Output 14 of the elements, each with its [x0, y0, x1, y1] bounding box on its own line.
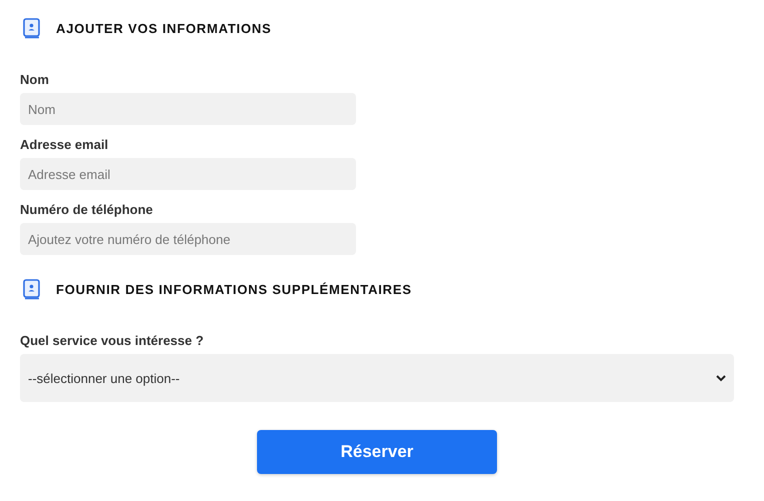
contact-book-icon	[23, 18, 40, 38]
field-label: Nom	[20, 72, 50, 87]
section-title: AJOUTER VOS INFORMATIONS	[56, 20, 272, 36]
select-dropdown[interactable]: --sélectionner une option--	[20, 354, 734, 402]
input-field[interactable]: Nom	[20, 93, 356, 125]
submit-button[interactable]: Réserver	[257, 430, 497, 474]
contact-book-icon	[23, 278, 40, 300]
field-label: Numéro de téléphone	[20, 202, 154, 217]
input-field[interactable]: Adresse email	[20, 158, 356, 190]
field-label: Quel service vous intéresse ?	[20, 333, 205, 348]
section-title: FOURNIR DES INFORMATIONS SUPPLÉMENTAIRES	[56, 282, 412, 296]
input-field[interactable]: Ajoutez votre numéro de téléphone	[20, 223, 356, 255]
field-label: Adresse email	[20, 137, 110, 152]
chevron-down-icon	[716, 374, 726, 382]
